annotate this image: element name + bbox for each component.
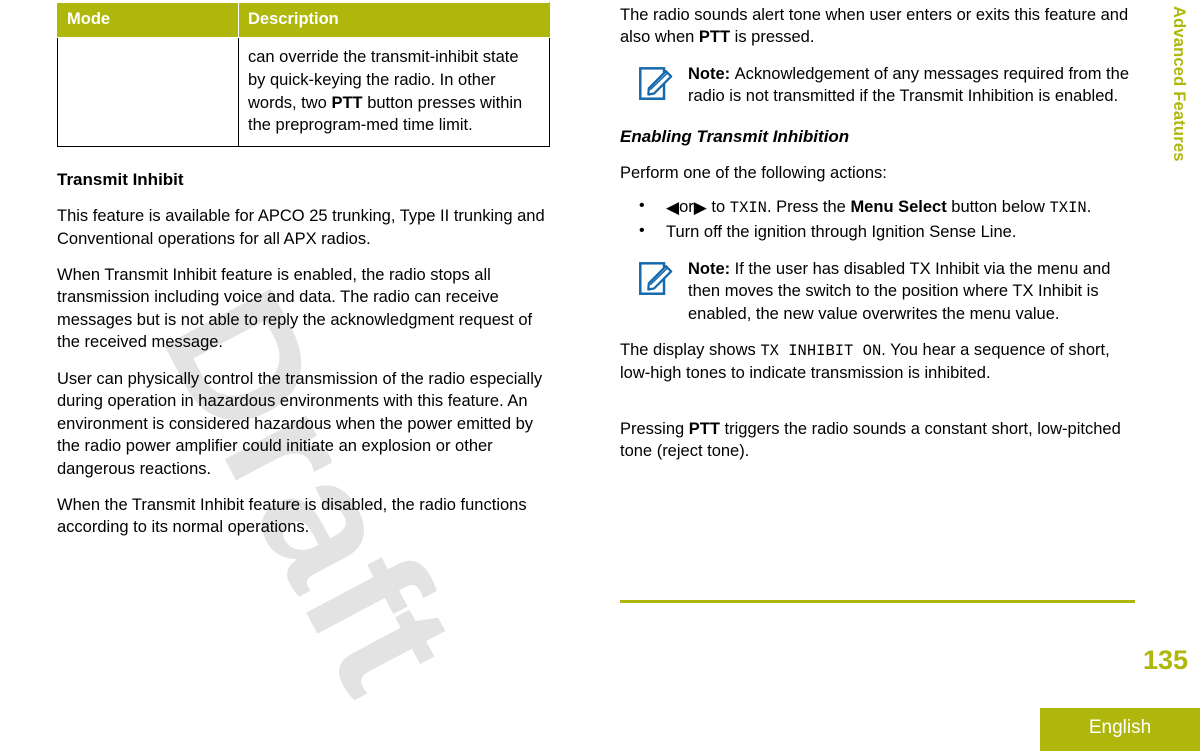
code-txin-1: TXIN: [729, 199, 767, 218]
table-cell-description-bold: PTT: [331, 93, 363, 112]
mode-description-table: Mode Description can override the transm…: [57, 2, 550, 148]
action-bullet-list: ◀or▶ to TXIN. Press the Menu Select butt…: [636, 195, 1140, 244]
page-number: 135: [1142, 645, 1188, 675]
language-badge: English: [1040, 708, 1200, 751]
note-pencil-icon: [636, 65, 674, 103]
footer-divider: [620, 600, 1135, 603]
note-title: Note:: [688, 64, 731, 83]
note-text: If the user has disabled TX Inhibit via …: [688, 259, 1111, 323]
paragraph-alert-tone-post: is pressed.: [730, 28, 815, 47]
table-header-mode: Mode: [57, 2, 239, 38]
paragraph-hazardous-environments: User can physically control the transmis…: [57, 369, 543, 478]
paragraph-display-shows: The display shows TX INHIBIT ON. You hea…: [620, 339, 1140, 385]
table-header-row: Mode Description: [57, 2, 550, 38]
bullet-mid-text: . Press the: [766, 198, 851, 217]
note-title: Note:: [688, 259, 731, 278]
paragraph-ptt-pre: Pressing: [620, 419, 689, 438]
paragraph-display-pre: The display shows: [620, 341, 761, 360]
table-cell-mode: [57, 36, 239, 148]
list-item-navigate-txin: ◀or▶ to TXIN. Press the Menu Select butt…: [636, 195, 1140, 219]
note-text: Acknowledgement of any messages required…: [688, 64, 1129, 106]
code-tx-inhibit-on: TX INHIBIT ON: [760, 342, 882, 361]
table-body: can override the transmit-inhibit state …: [57, 36, 550, 148]
subsection-heading-enabling-transmit-inhibition: Enabling Transmit Inhibition: [620, 126, 850, 146]
paragraph-ptt-bold: PTT: [688, 419, 720, 438]
arrow-right-icon[interactable]: ▶: [694, 198, 707, 217]
note-block-tx-inhibit-switch: Note: If the user has disabled TX Inhibi…: [636, 258, 1140, 325]
note-body-acknowledgement: Note: Acknowledgement of any messages re…: [688, 63, 1140, 108]
side-tab-advanced-features: Advanced Features: [1160, 0, 1200, 230]
arrow-left-icon[interactable]: ◀: [666, 198, 679, 217]
paragraph-ptt-reject-tone: Pressing PTT triggers the radio sounds a…: [620, 418, 1140, 463]
paragraph-feature-availability: This feature is available for APCO 25 tr…: [57, 207, 545, 248]
paragraph-alert-tone-pre: The radio sounds alert tone when user en…: [620, 6, 1129, 47]
menu-select-button-label[interactable]: Menu Select: [850, 198, 946, 216]
paragraph-disabled-behavior: When the Transmit Inhibit feature is dis…: [57, 495, 527, 537]
note-pencil-icon: [636, 260, 674, 298]
right-column: The radio sounds alert tone when user en…: [620, 0, 1140, 463]
bullet-post-text: button below: [946, 198, 1050, 217]
bullet-end-text: .: [1086, 198, 1092, 217]
side-tab-label: Advanced Features: [1170, 6, 1188, 162]
note-body-tx-inhibit-switch: Note: If the user has disabled TX Inhibi…: [688, 258, 1140, 325]
bullet-to-text: to: [706, 198, 730, 217]
left-column: Mode Description can override the transm…: [57, 0, 557, 539]
language-label: English: [1088, 717, 1152, 738]
section-heading-transmit-inhibit: Transmit Inhibit: [57, 170, 184, 190]
table-cell-description: can override the transmit-inhibit state …: [238, 36, 550, 148]
paragraph-alert-tone-bold: PTT: [698, 28, 731, 47]
paragraph-alert-tone: The radio sounds alert tone when user en…: [620, 4, 1140, 49]
table-header: Mode Description: [57, 2, 550, 38]
paragraph-enabled-behavior: When Transmit Inhibit feature is enabled…: [57, 266, 533, 352]
paragraph-perform-actions: Perform one of the following actions:: [620, 163, 887, 182]
bullet-or-text: or: [679, 198, 694, 217]
document-page: Draft Mode Description can override the …: [0, 0, 1200, 751]
note-block-acknowledgement: Note: Acknowledgement of any messages re…: [636, 63, 1140, 108]
code-txin-2: TXIN: [1049, 199, 1087, 218]
list-item-ignition-sense: Turn off the ignition through Ignition S…: [636, 220, 1140, 243]
table-row: can override the transmit-inhibit state …: [57, 36, 550, 148]
table-header-description: Description: [238, 2, 550, 38]
